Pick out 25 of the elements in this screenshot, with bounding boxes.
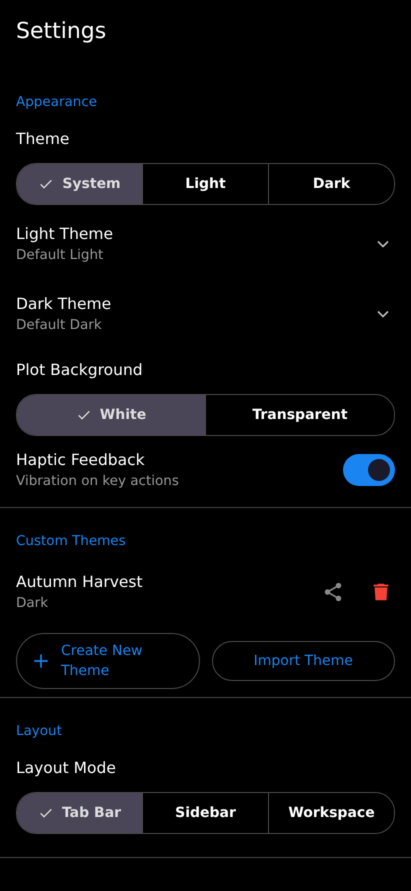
setting-label: Dark Theme xyxy=(16,294,112,315)
theme-mode: Dark xyxy=(16,594,50,613)
setting-label: Theme xyxy=(16,129,70,150)
theme-name: Autumn Harvest xyxy=(16,572,144,593)
section-heading: Layout xyxy=(16,722,63,741)
section-heading: Custom Themes xyxy=(16,532,127,551)
setting-description: Vibration on key actions xyxy=(16,472,180,491)
segment-option[interactable]: System xyxy=(17,164,142,204)
setting-value: Default Dark xyxy=(16,316,103,335)
setting-label: Plot Background xyxy=(16,360,144,381)
setting-value: Default Light xyxy=(16,246,104,265)
outline-button[interactable]: Import Theme xyxy=(212,641,395,681)
outline-button[interactable]: Create New Theme xyxy=(16,633,200,689)
setting-label: Haptic Feedback xyxy=(16,450,146,471)
segment-option[interactable]: Transparent xyxy=(205,395,394,435)
share-icon[interactable] xyxy=(322,581,344,603)
setting-label: Layout Mode xyxy=(16,758,117,779)
segment-option[interactable]: Tab Bar xyxy=(17,793,142,833)
page-title: Settings xyxy=(15,18,108,46)
segment-option[interactable]: White xyxy=(17,395,205,435)
segment-option[interactable]: Workspace xyxy=(268,793,394,833)
section-heading: Appearance xyxy=(16,93,98,112)
setting-label: Light Theme xyxy=(16,224,114,245)
segment-option[interactable]: Dark xyxy=(268,164,394,204)
toggle-switch[interactable] xyxy=(343,454,395,486)
